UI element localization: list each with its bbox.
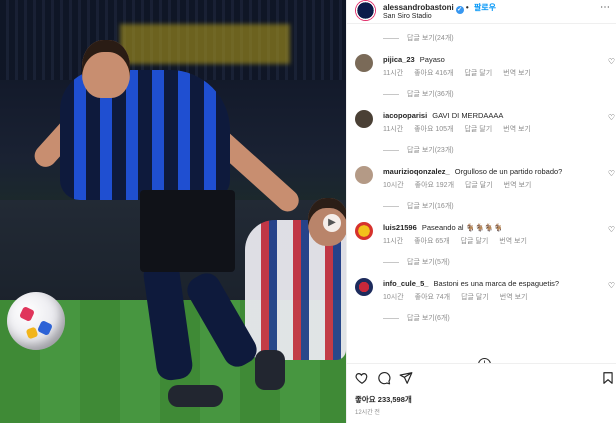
commenter-avatar[interactable] xyxy=(355,54,373,72)
post-sidebar: alessandrobastoni ✓ • 팔로우 San Siro Stadio… xyxy=(346,0,616,423)
view-replies-button[interactable]: 답글 보기(5개) xyxy=(383,257,450,267)
comment-meta: 10시간 좋아요 74개 답글 달기 번역 보기 xyxy=(383,292,536,302)
bookmark-icon[interactable] xyxy=(601,371,615,385)
comment-meta: 11시간 좋아요 65개 답글 달기 번역 보기 xyxy=(383,236,536,246)
comment-item: iacopoparisi GAVI DI MERDAAAA 11시간 좋아요 1… xyxy=(347,110,616,140)
heart-icon[interactable]: ♡ xyxy=(608,281,615,290)
comment-time[interactable]: 11시간 xyxy=(383,70,403,77)
like-heart-icon[interactable] xyxy=(355,371,369,385)
heart-icon[interactable]: ♡ xyxy=(608,225,615,234)
translate-button[interactable]: 번역 보기 xyxy=(504,182,532,189)
commenter-username[interactable]: luis21596 xyxy=(383,223,417,232)
translate-button[interactable]: 번역 보기 xyxy=(503,126,531,133)
reply-button[interactable]: 답글 달기 xyxy=(464,70,492,77)
view-replies-button[interactable]: 답글 보기(23개) xyxy=(383,145,454,155)
like-count[interactable]: 좋아요 233,598개 xyxy=(355,394,412,405)
football xyxy=(7,292,65,350)
player-head xyxy=(82,40,130,98)
translate-button[interactable]: 번역 보기 xyxy=(499,238,527,245)
heart-icon[interactable]: ♡ xyxy=(608,169,615,178)
post-photo: ▶ xyxy=(0,0,346,423)
view-replies-button[interactable]: 답글 보기(6개) xyxy=(383,313,450,323)
comment-time[interactable]: 11시간 xyxy=(383,238,403,245)
next-photo-arrow-icon[interactable]: ▶ xyxy=(323,214,341,232)
post-header: alessandrobastoni ✓ • 팔로우 San Siro Stadio… xyxy=(347,0,616,24)
heart-icon[interactable]: ♡ xyxy=(608,57,615,66)
comment-likes[interactable]: 좋아요 74개 xyxy=(415,294,451,301)
commenter-username[interactable]: maurizioqonzalez_ xyxy=(383,167,450,176)
translate-button[interactable]: 번역 보기 xyxy=(500,294,528,301)
comment-likes[interactable]: 좋아요 65개 xyxy=(414,238,450,245)
comment-bubble-icon[interactable] xyxy=(377,371,391,385)
comment-item: maurizioqonzalez_ Orgulloso de un partid… xyxy=(347,166,616,196)
comment-time[interactable]: 11시간 xyxy=(383,126,403,133)
reply-button[interactable]: 답글 달기 xyxy=(461,238,489,245)
reply-button[interactable]: 답글 달기 xyxy=(461,294,489,301)
comments-list: 답글 보기(24개) pijica_23 Payaso 11시간 좋아요 416… xyxy=(347,25,616,363)
comment-text: Paseando al 🐐🐐🐐🐐 xyxy=(421,223,504,232)
translate-button[interactable]: 번역 보기 xyxy=(503,70,531,77)
comment-likes[interactable]: 좋아요 105개 xyxy=(414,126,453,133)
follow-button[interactable]: 팔로우 xyxy=(474,3,496,12)
comment-text: Bastoni es una marca de espaguetis? xyxy=(433,279,560,288)
comment-item: luis21596 Paseando al 🐐🐐🐐🐐 11시간 좋아요 65개 … xyxy=(347,222,616,252)
more-horizontal-icon[interactable]: ⋯ xyxy=(600,2,611,13)
commenter-avatar[interactable] xyxy=(355,278,373,296)
comment-time[interactable]: 10시간 xyxy=(383,182,404,189)
view-replies-button[interactable]: 답글 보기(16개) xyxy=(383,201,454,211)
comment-meta: 11시간 좋아요 416개 답글 달기 번역 보기 xyxy=(383,68,540,78)
comment-text: Payaso xyxy=(419,55,445,64)
comment-item: info_cule_5_ Bastoni es una marca de esp… xyxy=(347,278,616,308)
ad-board xyxy=(120,24,290,64)
commenter-avatar[interactable] xyxy=(355,166,373,184)
comment-meta: 11시간 좋아요 105개 답글 달기 번역 보기 xyxy=(383,124,540,134)
reply-button[interactable]: 답글 달기 xyxy=(464,126,492,133)
commenter-avatar[interactable] xyxy=(355,110,373,128)
commenter-username[interactable]: iacopoparisi xyxy=(383,111,427,120)
view-replies-button[interactable]: 답글 보기(24개) xyxy=(383,33,454,43)
author-username[interactable]: alessandrobastoni xyxy=(383,3,454,12)
post-location[interactable]: San Siro Stadio xyxy=(383,13,432,20)
player-shorts xyxy=(140,190,235,272)
comment-text: GAVI DI MERDAAAA xyxy=(432,111,504,120)
heart-icon[interactable]: ♡ xyxy=(608,113,615,122)
share-send-icon[interactable] xyxy=(399,371,413,385)
commenter-username[interactable]: pijica_23 xyxy=(383,55,415,64)
reply-button[interactable]: 답글 달기 xyxy=(465,182,493,189)
comment-meta: 10시간 좋아요 192개 답글 달기 번역 보기 xyxy=(383,180,540,190)
player-boot xyxy=(168,385,223,407)
view-replies-button[interactable]: 답글 보기(36개) xyxy=(383,89,454,99)
comment-item: pijica_23 Payaso 11시간 좋아요 416개 답글 달기 번역 … xyxy=(347,54,616,84)
author-avatar[interactable] xyxy=(355,0,376,21)
comment-time[interactable]: 10시간 xyxy=(383,294,404,301)
player-boot xyxy=(255,350,285,390)
commenter-username[interactable]: info_cule_5_ xyxy=(383,279,428,288)
verified-badge-icon: ✓ xyxy=(455,6,464,14)
comment-likes[interactable]: 좋아요 192개 xyxy=(415,182,454,189)
comment-likes[interactable]: 좋아요 416개 xyxy=(414,70,453,77)
comment-text: Orgulloso de un partido robado? xyxy=(454,167,563,176)
post-actions: 좋아요 233,598개 12시간 전 xyxy=(347,363,616,423)
commenter-avatar[interactable] xyxy=(355,222,373,240)
post-time[interactable]: 12시간 전 xyxy=(355,407,380,416)
